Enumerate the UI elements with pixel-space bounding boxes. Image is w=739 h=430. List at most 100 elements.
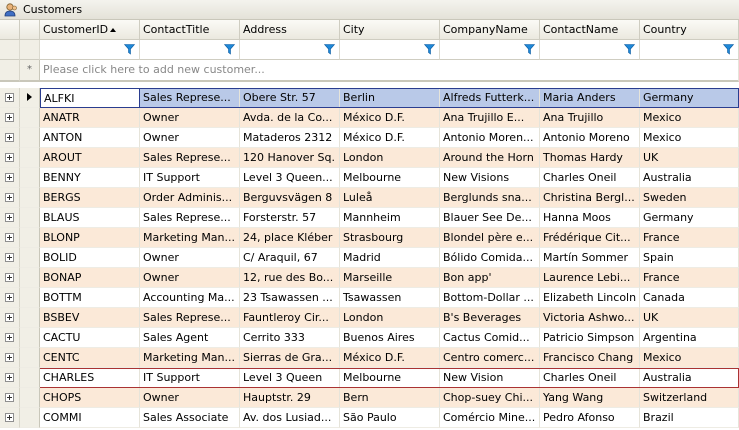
- table-row[interactable]: COMMI Sales Associate Av. dos Lusiad... São…: [0, 408, 739, 428]
- plus-icon[interactable]: [5, 253, 14, 262]
- cell-city[interactable]: Tsawassen: [340, 288, 440, 308]
- cell-contactname[interactable]: Yang Wang: [540, 388, 640, 408]
- plus-icon[interactable]: [5, 293, 14, 302]
- expand-row-button[interactable]: [0, 248, 20, 268]
- table-row[interactable]: ALFKI Sales Represe... Obere Str. 57 Berlin…: [0, 88, 739, 108]
- cell-customerid[interactable]: ALFKI: [40, 88, 140, 108]
- expand-row-button[interactable]: [0, 388, 20, 408]
- cell-contacttitle[interactable]: Sales Represe...: [140, 308, 240, 328]
- row-indicator[interactable]: [20, 288, 40, 308]
- filter-icon[interactable]: [124, 44, 135, 55]
- cell-city[interactable]: México D.F.: [340, 348, 440, 368]
- cell-address[interactable]: Obere Str. 57: [240, 88, 340, 108]
- cell-companyname[interactable]: Bon app': [440, 268, 540, 288]
- expand-row-button[interactable]: [0, 208, 20, 228]
- cell-city[interactable]: São Paulo: [340, 408, 440, 428]
- column-header-customerid[interactable]: CustomerID: [40, 20, 140, 40]
- cell-companyname[interactable]: Comércio Mine...: [440, 408, 540, 428]
- cell-customerid[interactable]: BONAP: [40, 268, 140, 288]
- table-row[interactable]: BOTTM Accounting Ma... 23 Tsawassen ... Tsa…: [0, 288, 739, 308]
- cell-contactname[interactable]: Patricio Simpson: [540, 328, 640, 348]
- expand-row-button[interactable]: [0, 368, 20, 388]
- cell-address[interactable]: C/ Araquil, 67: [240, 248, 340, 268]
- cell-address[interactable]: Cerrito 333: [240, 328, 340, 348]
- cell-address[interactable]: 12, rue des Bo...: [240, 268, 340, 288]
- cell-contactname[interactable]: Maria Anders: [540, 88, 640, 108]
- filter-cell-country[interactable]: [640, 40, 739, 60]
- cell-city[interactable]: Melbourne: [340, 368, 440, 388]
- plus-icon[interactable]: [5, 353, 14, 362]
- cell-city[interactable]: Melbourne: [340, 168, 440, 188]
- cell-contacttitle[interactable]: Owner: [140, 248, 240, 268]
- cell-contacttitle[interactable]: Owner: [140, 108, 240, 128]
- cell-companyname[interactable]: Around the Horn: [440, 148, 540, 168]
- cell-customerid[interactable]: CACTU: [40, 328, 140, 348]
- table-row[interactable]: AROUT Sales Represe... 120 Hanover Sq. Lond…: [0, 148, 739, 168]
- cell-city[interactable]: Bern: [340, 388, 440, 408]
- row-indicator[interactable]: [20, 348, 40, 368]
- filter-cell-contactname[interactable]: [540, 40, 640, 60]
- column-header-city[interactable]: City: [340, 20, 440, 40]
- cell-city[interactable]: Luleå: [340, 188, 440, 208]
- column-header-address[interactable]: Address: [240, 20, 340, 40]
- filter-cell-companyname[interactable]: [440, 40, 540, 60]
- row-indicator[interactable]: [20, 108, 40, 128]
- cell-customerid[interactable]: BOTTM: [40, 288, 140, 308]
- expand-row-button[interactable]: [0, 148, 20, 168]
- cell-companyname[interactable]: Blondel père e...: [440, 228, 540, 248]
- cell-country[interactable]: Germany: [640, 88, 739, 108]
- cell-customerid[interactable]: BOLID: [40, 248, 140, 268]
- plus-icon[interactable]: [5, 413, 14, 422]
- cell-contactname[interactable]: Antonio Moreno: [540, 128, 640, 148]
- cell-city[interactable]: Berlin: [340, 88, 440, 108]
- cell-country[interactable]: Australia: [640, 168, 739, 188]
- expand-row-button[interactable]: [0, 88, 20, 108]
- expand-row-button[interactable]: [0, 128, 20, 148]
- cell-address[interactable]: Berguvsvägen 8: [240, 188, 340, 208]
- table-row[interactable]: ANTON Owner Mataderos 2312 México D.F. Anton…: [0, 128, 739, 148]
- cell-companyname[interactable]: B's Beverages: [440, 308, 540, 328]
- cell-country[interactable]: Mexico: [640, 348, 739, 368]
- row-indicator[interactable]: [20, 168, 40, 188]
- cell-address[interactable]: Sierras de Gra...: [240, 348, 340, 368]
- cell-contacttitle[interactable]: Sales Represe...: [140, 88, 240, 108]
- expand-row-button[interactable]: [0, 348, 20, 368]
- cell-customerid[interactable]: CENTC: [40, 348, 140, 368]
- new-row[interactable]: * Please click here to add new customer.…: [0, 60, 739, 82]
- row-indicator[interactable]: [20, 308, 40, 328]
- cell-country[interactable]: Argentina: [640, 328, 739, 348]
- cell-contacttitle[interactable]: Marketing Man...: [140, 228, 240, 248]
- row-indicator[interactable]: [20, 148, 40, 168]
- cell-companyname[interactable]: Centro comerc...: [440, 348, 540, 368]
- cell-address[interactable]: 24, place Kléber: [240, 228, 340, 248]
- cell-contactname[interactable]: Thomas Hardy: [540, 148, 640, 168]
- filter-icon[interactable]: [324, 44, 335, 55]
- expand-row-button[interactable]: [0, 288, 20, 308]
- filter-icon[interactable]: [723, 44, 734, 55]
- plus-icon[interactable]: [5, 213, 14, 222]
- cell-customerid[interactable]: CHOPS: [40, 388, 140, 408]
- plus-icon[interactable]: [5, 313, 14, 322]
- cell-country[interactable]: UK: [640, 308, 739, 328]
- cell-country[interactable]: Brazil: [640, 408, 739, 428]
- column-header-contacttitle[interactable]: ContactTitle: [140, 20, 240, 40]
- cell-contacttitle[interactable]: Owner: [140, 388, 240, 408]
- plus-icon[interactable]: [5, 273, 14, 282]
- cell-contacttitle[interactable]: Marketing Man...: [140, 348, 240, 368]
- cell-contacttitle[interactable]: Sales Represe...: [140, 148, 240, 168]
- filter-cell-customerid[interactable]: [40, 40, 140, 60]
- cell-companyname[interactable]: Blauer See De...: [440, 208, 540, 228]
- expand-row-button[interactable]: [0, 268, 20, 288]
- cell-customerid[interactable]: COMMI: [40, 408, 140, 428]
- table-row[interactable]: BLONP Marketing Man... 24, place Kléber Str…: [0, 228, 739, 248]
- filter-icon[interactable]: [224, 44, 235, 55]
- cell-contacttitle[interactable]: Sales Associate: [140, 408, 240, 428]
- cell-customerid[interactable]: ANTON: [40, 128, 140, 148]
- row-indicator[interactable]: [20, 388, 40, 408]
- table-row[interactable]: BERGS Order Adminis... Berguvsvägen 8 Luleå…: [0, 188, 739, 208]
- row-indicator[interactable]: [20, 248, 40, 268]
- expand-row-button[interactable]: [0, 308, 20, 328]
- cell-customerid[interactable]: ANATR: [40, 108, 140, 128]
- row-indicator[interactable]: [20, 408, 40, 428]
- cell-contactname[interactable]: Charles Oneil: [540, 168, 640, 188]
